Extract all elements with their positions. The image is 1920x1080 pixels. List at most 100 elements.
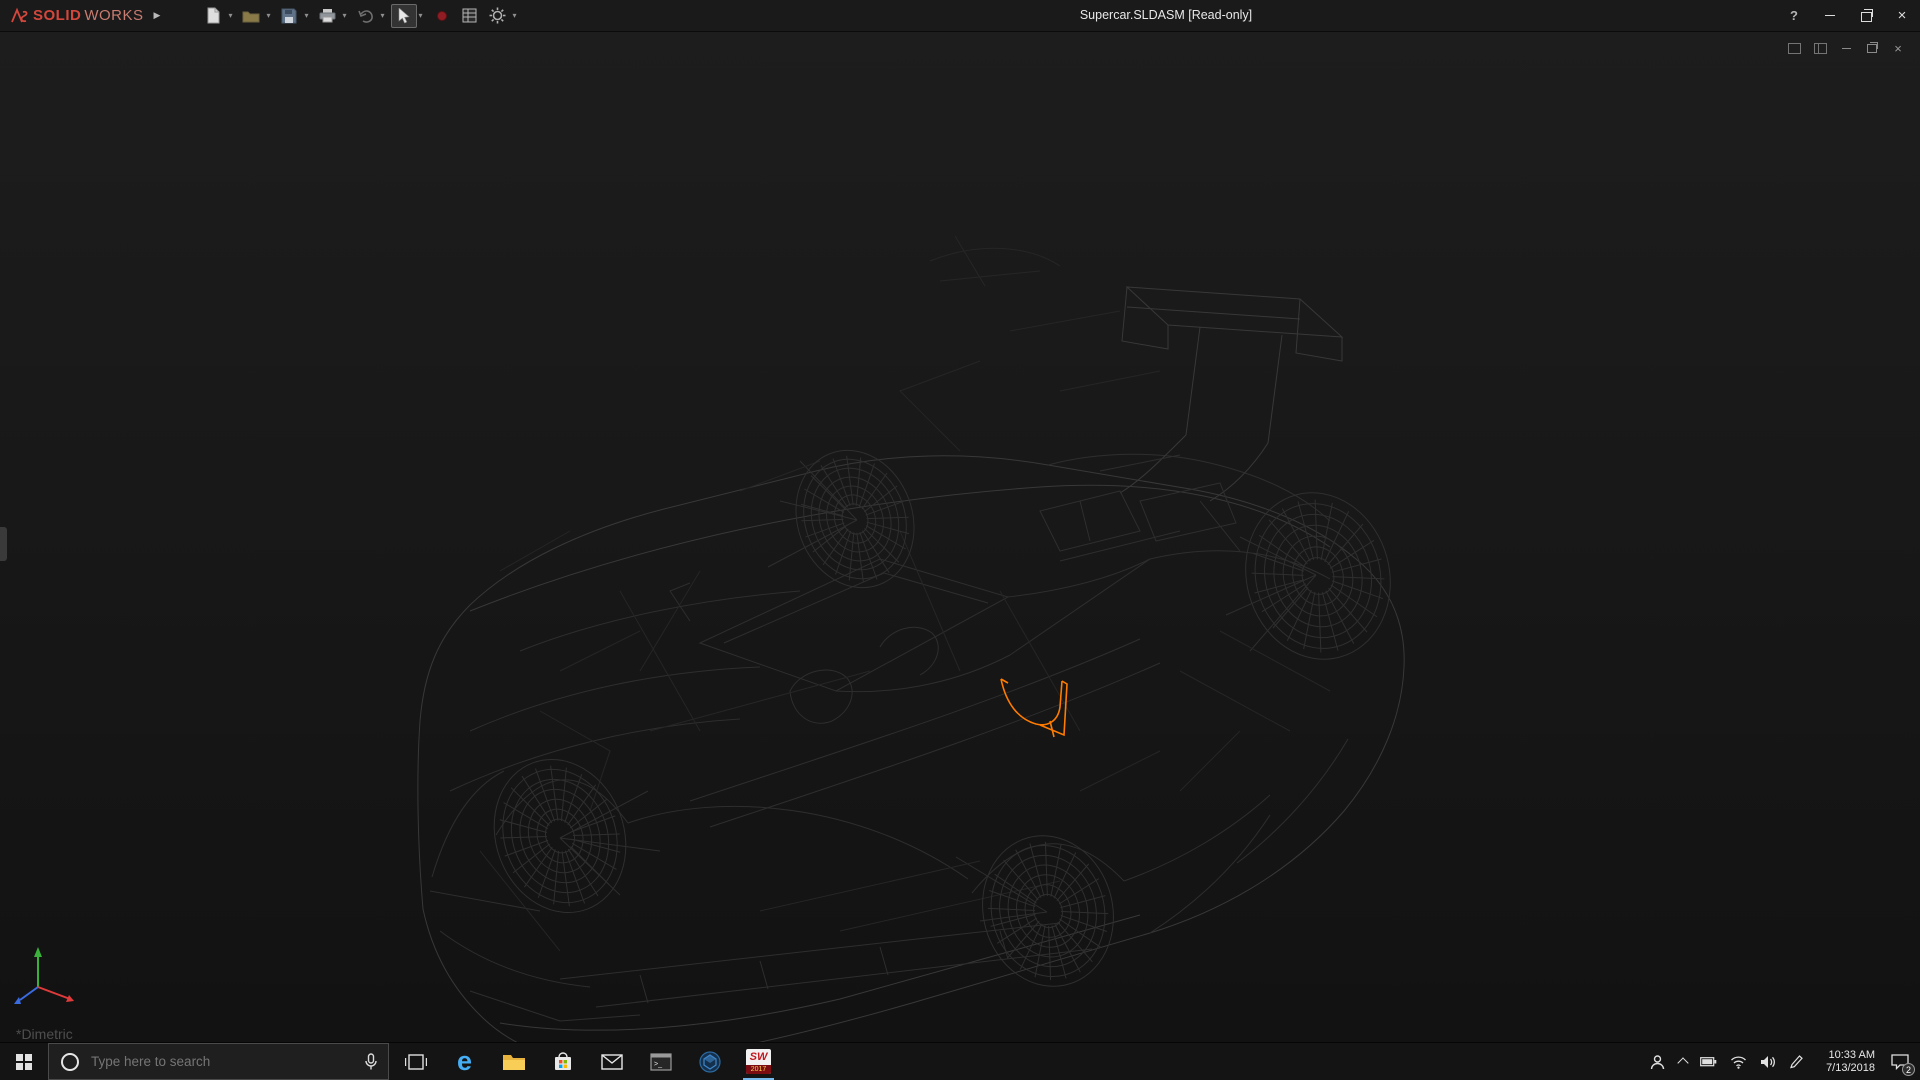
command-prompt-glyph: >_ — [654, 1061, 662, 1068]
volume-button[interactable] — [1760, 1055, 1776, 1069]
menu-flyout-icon[interactable]: ▶ — [154, 10, 161, 21]
save-dropdown-icon[interactable]: ▾ — [304, 11, 308, 20]
solidworks-app-icon-label: SW — [749, 1050, 768, 1063]
doc-restore-icon — [1867, 41, 1878, 53]
solidworks-app-icon-year: 2017 — [746, 1065, 771, 1074]
clock-time: 10:33 AM — [1828, 1048, 1875, 1061]
doc-close-button[interactable]: × — [1890, 41, 1906, 55]
wheel-rear-left — [982, 835, 1114, 987]
people-button[interactable] — [1649, 1054, 1666, 1070]
doc-minimize-button[interactable] — [1838, 41, 1854, 55]
start-button[interactable] — [0, 1043, 48, 1080]
store-icon — [554, 1052, 571, 1070]
show-hidden-icons-button[interactable] — [1677, 1056, 1689, 1069]
properties-grid-icon — [462, 8, 477, 23]
wheel-front-left — [493, 759, 627, 913]
help-button[interactable]: ? — [1776, 0, 1812, 31]
taskbar-clock[interactable]: 10:33 AM 7/13/2018 — [1817, 1049, 1875, 1075]
print-button[interactable] — [314, 4, 340, 28]
microphone-icon[interactable] — [364, 1052, 378, 1071]
task-view-button[interactable] — [391, 1043, 440, 1080]
options-button[interactable] — [485, 4, 511, 28]
select-dropdown-icon[interactable]: ▾ — [419, 11, 423, 20]
mail-icon — [600, 1053, 623, 1070]
battery-button[interactable] — [1700, 1055, 1717, 1068]
properties-button[interactable] — [457, 4, 483, 28]
help-icon: ? — [1790, 8, 1798, 23]
solidworks-logo: SOLID WORKS — [8, 7, 144, 25]
taskbar-search[interactable] — [48, 1043, 389, 1080]
split-pane-icon — [1813, 42, 1827, 54]
open-button[interactable] — [238, 4, 264, 28]
doc-minimize-icon — [1841, 47, 1851, 49]
solidworks-taskbar-button[interactable]: SW 2017 — [734, 1043, 783, 1080]
people-icon — [1650, 1054, 1665, 1069]
brand-solid-text: SOLID — [33, 7, 82, 24]
command-prompt-icon: >_ — [649, 1052, 672, 1071]
edge-button[interactable]: e — [440, 1043, 489, 1080]
chevron-up-icon — [1677, 1057, 1689, 1069]
options-dropdown-icon[interactable]: ▾ — [513, 11, 517, 20]
document-title: Supercar.SLDASM [Read-only] — [1079, 8, 1253, 22]
reference-triad — [14, 947, 74, 1004]
save-button[interactable] — [276, 4, 302, 28]
action-center-button[interactable]: 2 — [1888, 1050, 1915, 1076]
brand-works-text: WORKS — [84, 7, 144, 24]
new-document-icon — [207, 7, 220, 24]
taskbar-apps: e >_ SW 2017 — [391, 1043, 783, 1080]
wifi-icon — [1731, 1055, 1746, 1069]
close-button[interactable]: × — [1884, 0, 1920, 31]
solidworks-app-icon: SW 2017 — [746, 1049, 771, 1074]
open-folder-icon — [242, 11, 260, 22]
battery-icon — [1700, 1057, 1717, 1067]
select-tool-button[interactable] — [390, 3, 417, 28]
cortana-icon — [61, 1052, 79, 1071]
windows-ink-button[interactable] — [1789, 1054, 1804, 1069]
doc-split-pane-button[interactable] — [1812, 41, 1828, 55]
new-document-button[interactable] — [200, 4, 226, 28]
print-dropdown-icon[interactable]: ▾ — [342, 11, 346, 20]
minimize-icon — [1825, 15, 1835, 16]
select-arrow-icon — [398, 7, 410, 23]
edge-icon: e — [456, 1046, 473, 1076]
document-window-controls: × — [1786, 41, 1906, 55]
volume-icon — [1761, 1055, 1775, 1068]
restore-icon — [1860, 8, 1873, 22]
view-orientation-label: *Dimetric — [16, 1026, 73, 1042]
restore-button[interactable] — [1848, 0, 1884, 31]
task-view-icon — [404, 1053, 427, 1070]
gear-icon — [489, 7, 506, 24]
doc-restore-button[interactable] — [1864, 41, 1880, 55]
file-explorer-icon — [502, 1055, 525, 1070]
system-tray: 10:33 AM 7/13/2018 2 — [1641, 1043, 1920, 1080]
search-input[interactable] — [89, 1053, 354, 1070]
file-explorer-button[interactable] — [489, 1043, 538, 1080]
new-dropdown-icon[interactable]: ▾ — [228, 11, 232, 20]
app-icon-blue-button[interactable] — [685, 1043, 734, 1080]
taskbar: e — [0, 1042, 1920, 1080]
print-icon — [319, 9, 336, 23]
pen-icon — [1790, 1055, 1803, 1069]
record-button[interactable] — [429, 4, 455, 28]
app-icon-blue — [698, 1050, 721, 1073]
clock-date: 7/13/2018 — [1826, 1061, 1875, 1074]
store-button[interactable] — [538, 1043, 587, 1080]
undo-button[interactable] — [353, 4, 379, 28]
network-button[interactable] — [1730, 1055, 1747, 1069]
quick-access-toolbar: ▾ ▾ ▾ ▾ ▾ ▾ ▾ — [200, 3, 520, 28]
open-dropdown-icon[interactable]: ▾ — [266, 11, 270, 20]
minimize-button[interactable] — [1812, 0, 1848, 31]
graphics-area[interactable]: × *Dimetric — [0, 31, 1920, 1043]
selected-component[interactable] — [1000, 678, 1068, 738]
feature-manager-flyout-tab[interactable] — [0, 527, 7, 561]
undo-dropdown-icon[interactable]: ▾ — [381, 11, 385, 20]
command-prompt-button[interactable]: >_ — [636, 1043, 685, 1080]
doc-new-window-button[interactable] — [1786, 41, 1802, 55]
ds-logo-icon — [11, 7, 28, 22]
mail-button[interactable] — [587, 1043, 636, 1080]
doc-close-icon: × — [1894, 40, 1902, 56]
undo-icon — [358, 9, 373, 23]
notification-badge: 2 — [1902, 1062, 1915, 1076]
new-window-icon — [1787, 42, 1801, 54]
save-icon — [281, 8, 297, 23]
